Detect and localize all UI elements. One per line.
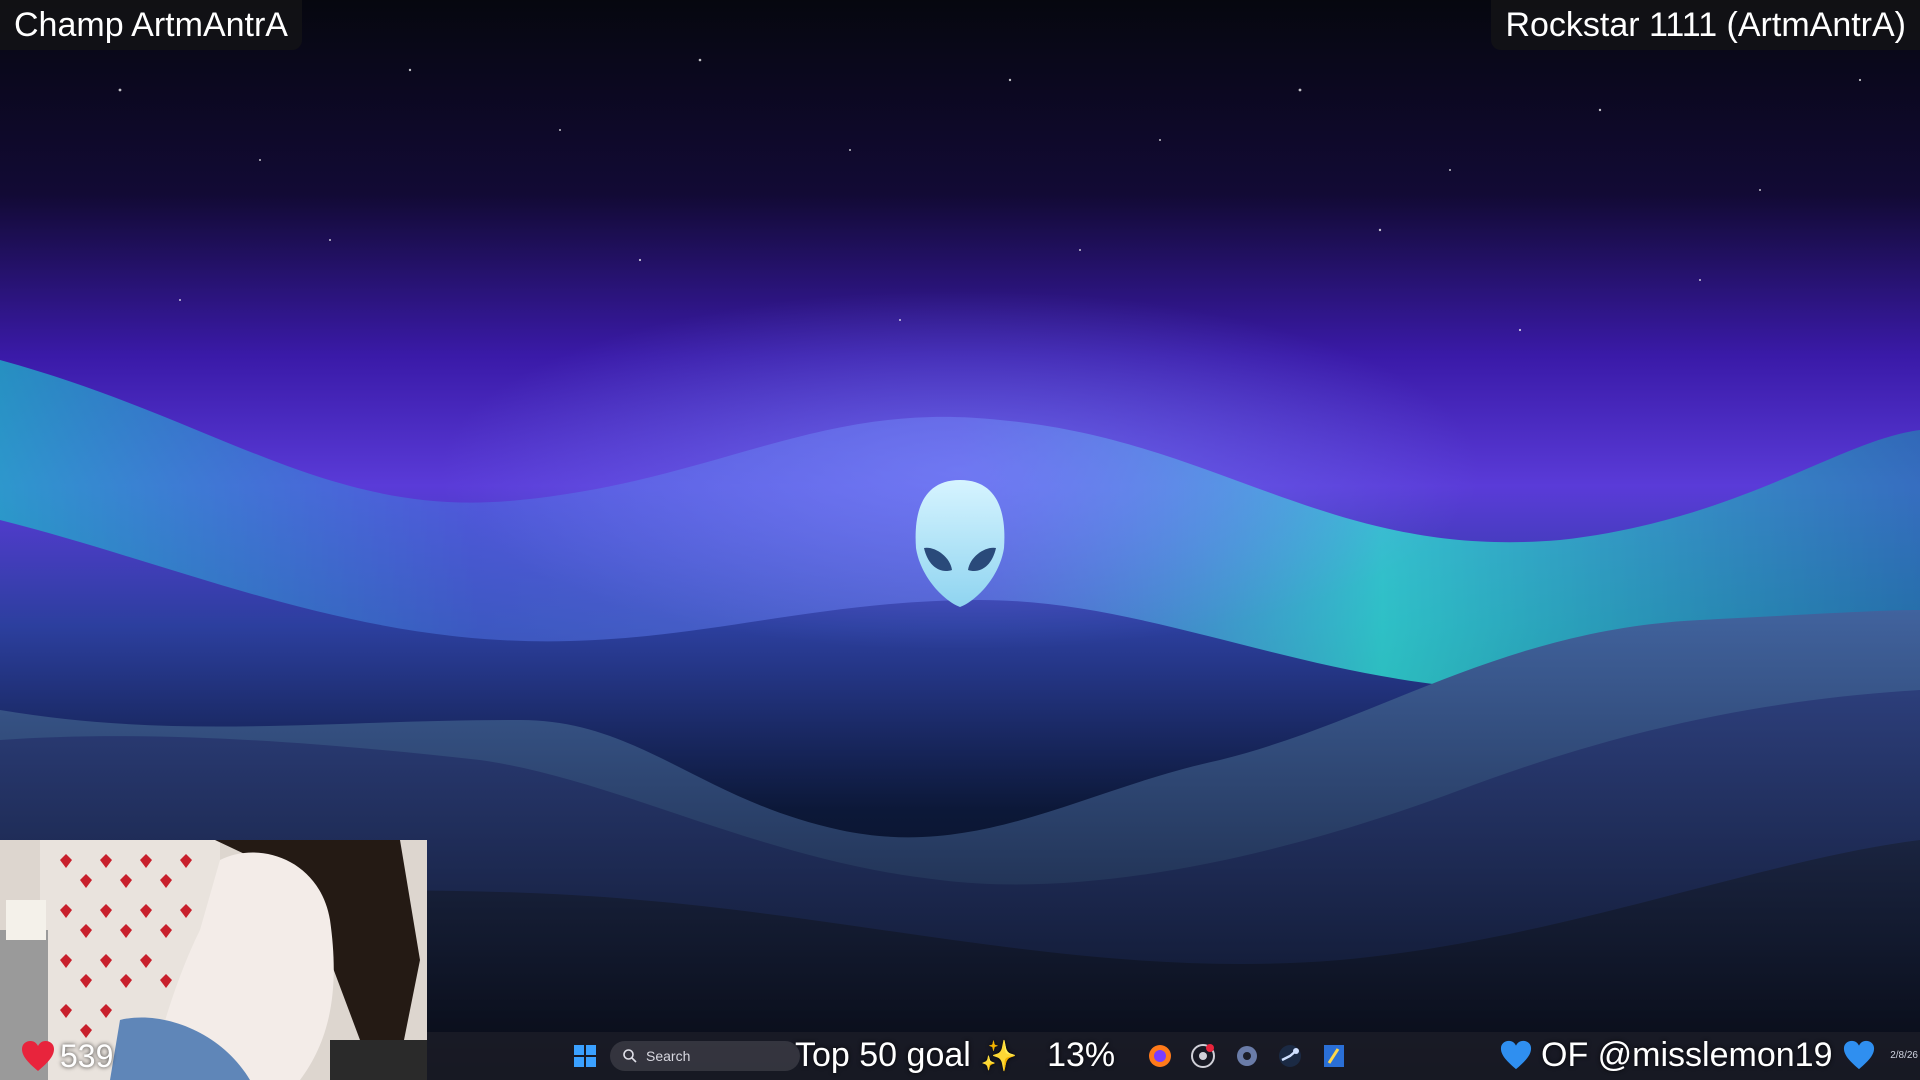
sparkle-icon: ✨	[980, 1040, 1018, 1073]
settings-icon[interactable]	[1232, 1041, 1262, 1071]
top-right-overlay-label: Rockstar 1111 (ArtmAntrA)	[1491, 0, 1920, 50]
goal-label: Top 50 goal	[795, 1036, 971, 1074]
heart-icon	[22, 1041, 54, 1071]
social-handle-banner: OF @misslemon19	[1499, 1034, 1876, 1076]
blue-heart-icon	[1844, 1040, 1875, 1070]
windows-start-icon[interactable]	[573, 1044, 597, 1068]
top-left-overlay-label: Champ ArtmAntrA	[0, 0, 302, 50]
chrome-icon[interactable]	[1188, 1041, 1218, 1071]
steam-icon[interactable]	[1275, 1041, 1305, 1071]
likes-counter: 539	[20, 1036, 113, 1076]
app-icon[interactable]	[1319, 1041, 1349, 1071]
search-placeholder: Search	[646, 1048, 691, 1064]
search-icon	[623, 1049, 637, 1063]
firefox-icon[interactable]	[1145, 1041, 1175, 1071]
likes-count: 539	[60, 1038, 114, 1074]
goal-progress: Top 50 goal ✨ 13%	[795, 1034, 1115, 1076]
goal-percent: 13%	[1047, 1036, 1116, 1074]
blue-heart-icon	[1500, 1040, 1532, 1070]
taskbar-clock: 2/8/26	[1890, 1050, 1918, 1061]
taskbar-search-box[interactable]: Search	[610, 1041, 800, 1071]
social-handle: OF @misslemon19	[1541, 1036, 1833, 1074]
